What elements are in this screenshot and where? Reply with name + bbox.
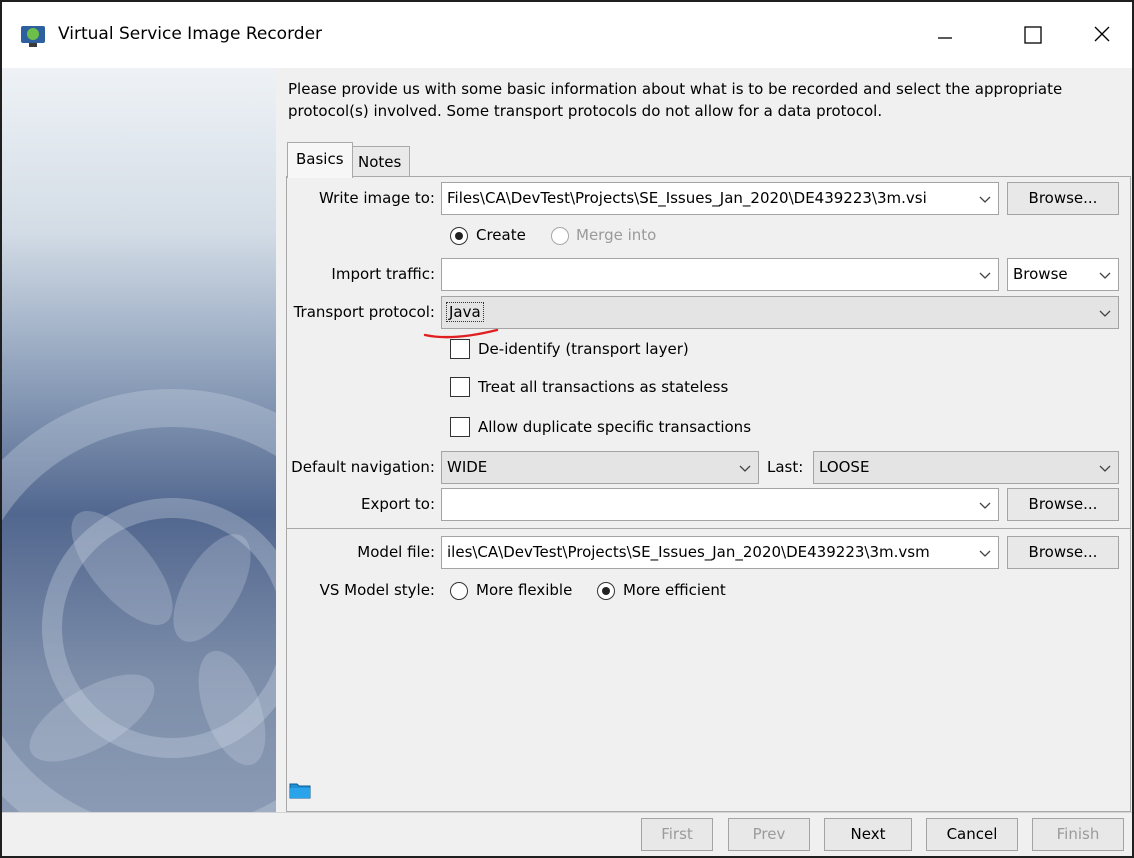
close-icon[interactable] — [1072, 14, 1130, 58]
de-identify-checkbox[interactable] — [450, 339, 470, 359]
write-image-combo[interactable]: Files\CA\DevTest\Projects\SE_Issues_Jan_… — [441, 182, 999, 215]
allow-duplicate-checkbox[interactable] — [450, 417, 470, 437]
more-efficient-radio[interactable] — [597, 582, 615, 600]
content-area: Please provide us with some basic inform… — [276, 68, 1132, 812]
radio-dot — [455, 232, 463, 240]
import-traffic-label: Import traffic: — [331, 265, 435, 283]
transport-protocol-label: Transport protocol: — [293, 303, 435, 321]
more-flexible-radio[interactable] — [450, 582, 468, 600]
intro-text: Please provide us with some basic inform… — [288, 80, 1063, 120]
more-flexible-label: More flexible — [476, 581, 573, 599]
app-icon — [21, 26, 45, 47]
model-file-combo[interactable]: iles\CA\DevTest\Projects\SE_Issues_Jan_2… — [441, 536, 999, 569]
chevron-down-icon — [979, 502, 991, 509]
export-to-label: Export to: — [361, 495, 435, 513]
chevron-down-icon — [1099, 310, 1111, 317]
next-button[interactable]: Next — [824, 818, 912, 851]
export-to-combo[interactable] — [441, 488, 999, 521]
reel-graphic — [2, 389, 276, 812]
import-browse-value: Browse — [1013, 265, 1068, 283]
more-efficient-label: More efficient — [623, 581, 726, 599]
default-navigation-label: Default navigation: — [291, 458, 435, 476]
tab-basics[interactable]: Basics — [287, 142, 353, 178]
window-title: Virtual Service Image Recorder — [58, 24, 323, 44]
model-file-browse-button[interactable]: Browse... — [1007, 536, 1119, 569]
wizard-button-bar: First Prev Next Cancel Finish — [2, 812, 1132, 856]
chevron-down-icon — [1099, 272, 1111, 279]
stateless-checkbox[interactable] — [450, 377, 470, 397]
last-combo[interactable]: LOOSE — [813, 451, 1119, 484]
export-browse-button[interactable]: Browse... — [1007, 488, 1119, 521]
separator — [287, 528, 1130, 529]
allow-duplicate-label: Allow duplicate specific transactions — [478, 418, 752, 436]
minimize-icon[interactable] — [916, 14, 974, 58]
last-label: Last: — [767, 458, 804, 476]
import-traffic-combo[interactable] — [441, 258, 999, 291]
vs-model-style-label: VS Model style: — [319, 581, 435, 599]
chevron-down-icon — [979, 550, 991, 557]
decorative-sidebar — [2, 68, 276, 812]
first-button[interactable]: First — [641, 818, 713, 851]
create-label: Create — [476, 226, 526, 244]
title-bar[interactable]: Virtual Service Image Recorder — [2, 2, 1132, 68]
maximize-icon[interactable] — [1003, 14, 1061, 58]
transport-protocol-value: Java — [446, 302, 484, 322]
tab-notes[interactable]: Notes — [349, 146, 411, 178]
chevron-down-icon — [1099, 465, 1111, 472]
import-browse-combo[interactable]: Browse — [1007, 258, 1119, 291]
prev-button[interactable]: Prev — [728, 818, 810, 851]
chevron-down-icon — [739, 465, 751, 472]
basics-panel: Write image to: Files\CA\DevTest\Project… — [286, 176, 1131, 812]
last-value: LOOSE — [819, 458, 870, 476]
cancel-button[interactable]: Cancel — [926, 818, 1018, 851]
radio-dot — [602, 587, 610, 595]
merge-into-radio[interactable] — [551, 227, 569, 245]
de-identify-label: De-identify (transport layer) — [478, 340, 689, 358]
create-radio[interactable] — [450, 227, 468, 245]
chevron-down-icon — [979, 272, 991, 279]
transport-protocol-combo[interactable]: Java — [441, 296, 1119, 329]
stateless-label: Treat all transactions as stateless — [478, 378, 729, 396]
folder-icon[interactable] — [289, 781, 311, 799]
default-navigation-value: WIDE — [447, 458, 488, 476]
model-file-value: iles\CA\DevTest\Projects\SE_Issues_Jan_2… — [447, 543, 930, 561]
recorder-window: Virtual Service Image Recorder Please pr… — [0, 0, 1134, 858]
chevron-down-icon — [979, 196, 991, 203]
finish-button[interactable]: Finish — [1032, 818, 1124, 851]
model-file-label: Model file: — [357, 543, 435, 561]
write-image-browse-button[interactable]: Browse... — [1007, 182, 1119, 215]
write-image-value: Files\CA\DevTest\Projects\SE_Issues_Jan_… — [447, 189, 927, 207]
default-navigation-combo[interactable]: WIDE — [441, 451, 759, 484]
merge-into-label: Merge into — [576, 226, 657, 244]
write-image-label: Write image to: — [319, 189, 435, 207]
